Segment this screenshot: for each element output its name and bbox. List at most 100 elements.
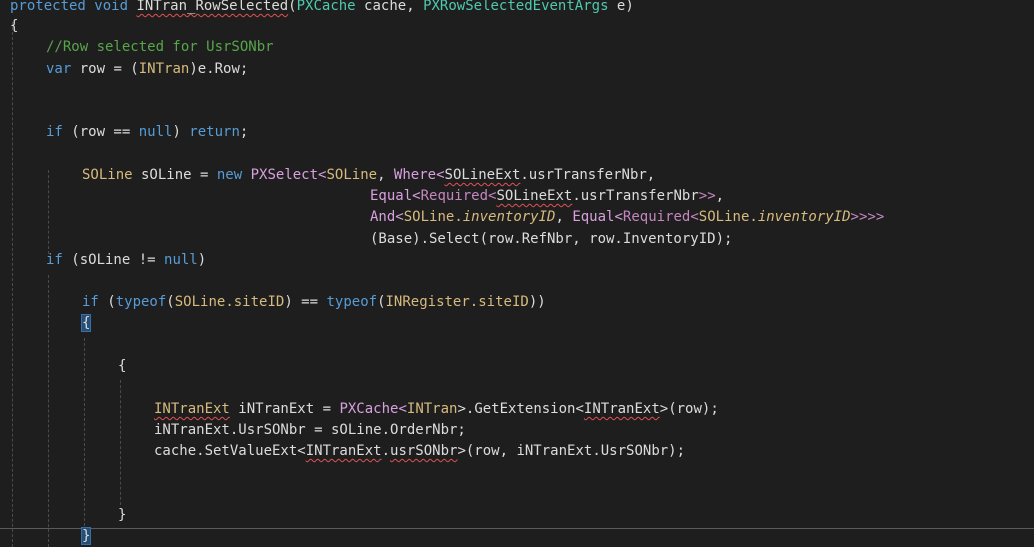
type-token: INTranExt bbox=[305, 443, 382, 459]
code-line[interactable]: if (row == null) return; bbox=[46, 122, 248, 143]
keyword-token: void bbox=[94, 0, 129, 14]
punctuation-token: ( bbox=[166, 294, 175, 310]
type-token: INTran bbox=[138, 61, 190, 77]
punctuation-token: . bbox=[469, 294, 479, 310]
punctuation-token: . bbox=[225, 294, 234, 310]
code-token: ; bbox=[239, 124, 249, 140]
keyword-token: new bbox=[216, 167, 243, 183]
code-token: >.GetExtension< bbox=[457, 401, 584, 417]
type-token: PXCache bbox=[296, 0, 356, 14]
code-line[interactable]: protected void INTran_RowSelected(PXCach… bbox=[10, 0, 634, 17]
matched-open-brace: { bbox=[80, 314, 92, 332]
code-token: ( bbox=[98, 294, 116, 310]
code-token: cache.SetValueExt< bbox=[154, 443, 306, 459]
punctuation-token: < bbox=[436, 167, 445, 183]
text-caret bbox=[90, 527, 92, 545]
code-token: .usrTransferNbr, bbox=[520, 167, 656, 183]
code-line[interactable]: } bbox=[118, 505, 126, 526]
keyword-token: return bbox=[189, 124, 240, 140]
code-token: (Base).Select(row.RefNbr, row.InventoryI… bbox=[370, 231, 733, 247]
parameter-token: e) bbox=[608, 0, 634, 14]
code-token: (row == bbox=[62, 124, 139, 140]
type-token: Equal bbox=[572, 209, 615, 225]
editor-bottom-border bbox=[0, 528, 1034, 529]
field-token: inventoryID bbox=[757, 209, 851, 225]
code-line[interactable]: (Base).Select(row.RefNbr, row.InventoryI… bbox=[370, 229, 732, 250]
type-token: Required bbox=[622, 209, 691, 225]
code-line[interactable]: iNTranExt.UsrSONbr = sOLine.OrderNbr; bbox=[154, 420, 466, 441]
code-token: .usrTransferNbr bbox=[572, 188, 699, 204]
type-token: Required bbox=[420, 188, 489, 204]
keyword-token: if bbox=[82, 294, 99, 310]
code-line[interactable]: //Row selected for UsrSONbr bbox=[46, 37, 274, 58]
punctuation-token: < bbox=[395, 209, 404, 225]
field-token: inventoryID bbox=[462, 209, 556, 225]
code-token: iNTranExt.UsrSONbr = sOLine.OrderNbr; bbox=[154, 422, 466, 438]
type-token: PXSelect bbox=[250, 167, 319, 183]
code-token: )e.Row; bbox=[189, 61, 249, 77]
punctuation-token: ( bbox=[377, 294, 386, 310]
method-name-token: INTran_RowSelected bbox=[136, 0, 289, 14]
field-token: usrSONbr bbox=[390, 443, 458, 459]
indent-guide bbox=[84, 338, 85, 526]
keyword-token: null bbox=[138, 124, 173, 140]
punctuation-token: )) bbox=[528, 294, 546, 310]
type-token: Equal bbox=[370, 188, 413, 204]
open-brace: { bbox=[118, 358, 127, 374]
code-token: ) bbox=[172, 124, 190, 140]
code-line[interactable]: Equal<Required<SOLineExt.usrTransferNbr>… bbox=[370, 186, 724, 207]
punctuation-token: >>>> bbox=[850, 209, 885, 225]
code-line[interactable]: if (sOLine != null) bbox=[46, 250, 206, 271]
keyword-token: typeof bbox=[115, 294, 167, 310]
code-line[interactable]: { bbox=[118, 356, 126, 377]
code-editor[interactable]: protected void INTran_RowSelected(PXCach… bbox=[0, 0, 1034, 547]
type-token: INTranExt bbox=[583, 401, 660, 417]
close-brace: } bbox=[118, 507, 127, 523]
type-token: INTranExt bbox=[154, 401, 230, 417]
type-token: And bbox=[370, 209, 396, 225]
code-line[interactable]: { bbox=[80, 313, 92, 334]
code-token: ) bbox=[197, 252, 207, 268]
punctuation-token: . bbox=[749, 209, 758, 225]
code-line[interactable]: SOLine sOLine = new PXSelect < SOLine, Whe… bbox=[82, 165, 655, 186]
punctuation-token: . bbox=[454, 209, 463, 225]
code-line[interactable]: var row = (INTran)e.Row; bbox=[46, 59, 248, 80]
keyword-token: if bbox=[46, 252, 63, 268]
type-token: SOLine bbox=[698, 209, 750, 225]
punctuation-token: < bbox=[398, 401, 407, 417]
open-brace: { bbox=[10, 18, 19, 34]
type-token: PXRowSelectedEventArgs bbox=[423, 0, 609, 14]
code-line[interactable]: And<SOLine.inventoryID, Equal<Required<S… bbox=[370, 207, 884, 228]
indent-guide bbox=[48, 275, 49, 547]
type-token: SOLine bbox=[82, 167, 133, 183]
punctuation-token: < bbox=[614, 209, 623, 225]
type-token: SOLineExt bbox=[444, 167, 521, 183]
comment-token: //Row selected for UsrSONbr bbox=[46, 39, 274, 55]
field-token: siteID bbox=[478, 294, 529, 310]
punctuation-token: , bbox=[377, 167, 394, 183]
code-token: (sOLine != bbox=[62, 252, 165, 268]
type-token: Where bbox=[393, 167, 437, 183]
type-token: SOLine bbox=[403, 209, 455, 225]
field-token: siteID bbox=[233, 294, 285, 310]
code-line[interactable]: } bbox=[80, 526, 92, 547]
punctuation-token: ( bbox=[288, 0, 297, 14]
punctuation-token: < bbox=[412, 188, 421, 204]
code-line[interactable]: if (typeof(SOLine.siteID) == typeof(INRe… bbox=[82, 292, 546, 313]
type-token: PXCache bbox=[339, 401, 399, 417]
punctuation-token: < bbox=[690, 209, 699, 225]
indent-guide bbox=[120, 380, 121, 505]
keyword-token: protected bbox=[10, 0, 86, 14]
keyword-token: null bbox=[164, 252, 198, 268]
code-line[interactable]: cache.SetValueExt<INTranExt.usrSONbr>(ro… bbox=[154, 441, 685, 462]
type-token: INTran bbox=[406, 401, 458, 417]
punctuation-token: . bbox=[381, 443, 391, 459]
punctuation-token: >> bbox=[698, 188, 716, 204]
punctuation-token: , bbox=[715, 188, 725, 204]
code-token: >(row); bbox=[659, 401, 719, 417]
type-token: INRegister bbox=[385, 294, 470, 310]
indent-guide bbox=[12, 22, 13, 547]
code-line[interactable]: { bbox=[10, 16, 18, 37]
code-line[interactable]: INTranExt iNTranExt = PXCache<INTran>.Ge… bbox=[154, 399, 719, 420]
type-token: SOLineExt bbox=[496, 188, 573, 204]
